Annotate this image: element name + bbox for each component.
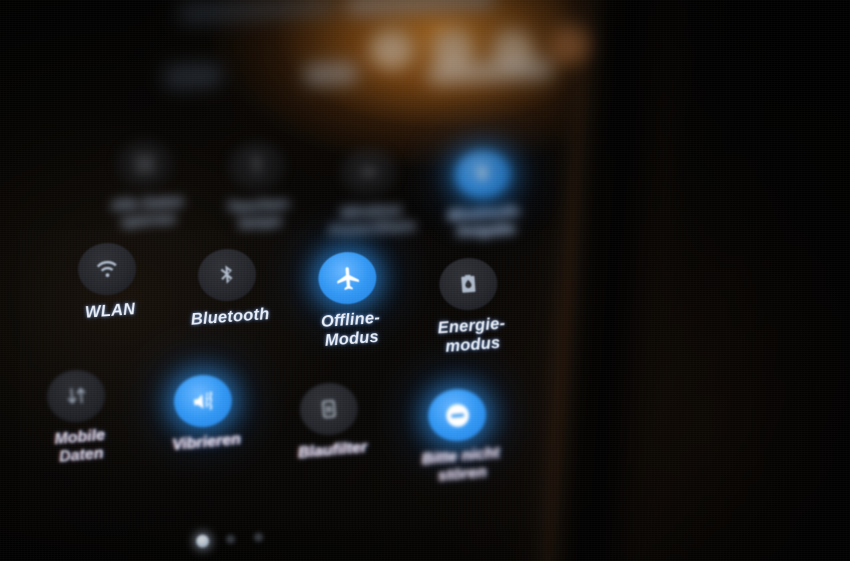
quick-tile-label: Bluetooth- freigabe	[447, 202, 524, 241]
quick-tile-icon-circle[interactable]	[437, 256, 500, 313]
header-label-left	[162, 62, 224, 90]
header-icon-1[interactable]	[368, 28, 415, 71]
quick-tile-wlan[interactable]: WLAN	[59, 240, 156, 324]
status-bar-left-chip	[177, 0, 339, 25]
wireless-share-icon	[361, 167, 377, 177]
quick-tile-blaufilter[interactable]: B Blaufilter	[277, 379, 383, 465]
quick-tile-icon-circle[interactable]	[453, 148, 513, 200]
quick-tile-icon-circle[interactable]	[76, 240, 138, 298]
quick-tile-bitte-nicht-stoeren[interactable]: Bitte nicht stören	[396, 384, 522, 489]
quick-tile-vibrieren[interactable]: Vibrieren	[149, 371, 259, 457]
quick-tile-block-all-data[interactable]: Alle Daten sperren	[97, 137, 194, 231]
phone-quick-settings-photo: Alle Daten sperren Taschen- lampe Wirele…	[0, 0, 850, 561]
quick-tile-icon-circle[interactable]	[171, 372, 235, 430]
airplane-icon	[336, 266, 359, 290]
quick-tile-icon-circle[interactable]	[316, 250, 379, 307]
quick-tile-energie-modus[interactable]: Energie- modus	[417, 254, 524, 358]
quick-tile-wireless-powershare[interactable]: Wireless PowerShare	[315, 145, 424, 240]
quick-tile-label: Alle Daten sperren	[109, 192, 185, 231]
background-falloff	[660, 0, 850, 561]
wifi-icon	[96, 260, 117, 278]
quick-tile-offline-modus[interactable]: Offline- Modus	[297, 249, 402, 353]
do-not-disturb-icon	[445, 403, 469, 427]
vibrate-icon	[193, 390, 212, 410]
quick-tile-icon-circle[interactable]	[44, 367, 108, 425]
page-dot-2[interactable]	[225, 534, 236, 545]
blue-light-filter-icon: B	[322, 400, 336, 418]
bluetooth-share-icon	[477, 165, 488, 182]
quick-tile-icon-circle[interactable]	[196, 246, 258, 304]
quick-tile-icon-circle[interactable]	[425, 386, 489, 444]
quick-tile-icon-circle[interactable]	[339, 146, 399, 198]
quick-tile-bluetooth[interactable]: Bluetooth	[175, 245, 280, 330]
quick-tile-icon-circle[interactable]	[115, 138, 175, 190]
quick-tile-label: Offline- Modus	[320, 308, 381, 350]
battery-eco-icon	[461, 274, 476, 293]
quick-tile-label: Taschen- lampe	[226, 195, 293, 233]
quick-tile-icon-circle[interactable]	[227, 140, 287, 192]
header-label-mid	[302, 61, 360, 86]
quick-tile-label: Wireless PowerShare	[328, 201, 416, 240]
flashlight-icon	[252, 157, 260, 175]
data-transfer-icon	[67, 387, 86, 404]
quick-tile-label: Energie- modus	[437, 314, 506, 356]
status-bar-right-chip	[344, 0, 496, 16]
page-dot-3[interactable]	[253, 532, 264, 543]
quick-tile-bluetooth-sharing[interactable]: Bluetooth- freigabe	[429, 147, 538, 242]
quick-tile-mobile-daten[interactable]: Mobile Daten	[26, 366, 130, 469]
page-dot-active[interactable]	[195, 534, 210, 549]
quick-tile-icon-circle[interactable]: B	[297, 380, 361, 438]
quick-tile-flashlight[interactable]: Taschen- lampe	[209, 139, 306, 233]
bluetooth-icon	[220, 265, 233, 284]
grid-icon	[136, 155, 154, 173]
